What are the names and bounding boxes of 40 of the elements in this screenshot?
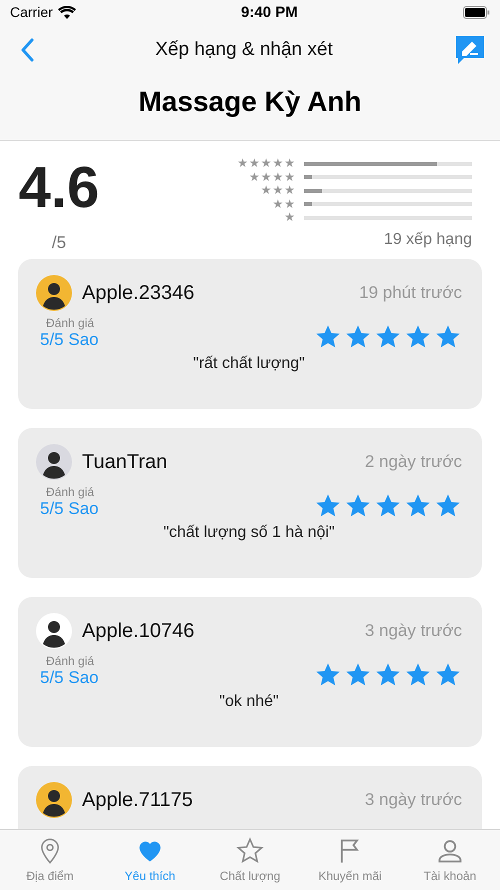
screen-title: Xếp hạng & nhận xét <box>155 39 333 61</box>
star-icon <box>236 837 264 865</box>
tab[interactable]: Chất lượng <box>200 830 300 890</box>
star-rank: ★★★★ <box>248 170 296 184</box>
review-time: 3 ngày trước <box>364 790 462 810</box>
rating-value: 5/5 Sao <box>40 499 99 519</box>
reviewer-name: Apple.10746 <box>82 620 194 642</box>
star-rank: ★ <box>284 211 296 224</box>
review-time: 19 phút trước <box>359 283 462 303</box>
battery-icon <box>462 6 490 18</box>
star-rank: ★★★ <box>260 184 296 198</box>
rating-value: 5/5 Sao <box>40 668 99 688</box>
reviewer-name: Apple.23346 <box>82 282 194 304</box>
reviewer-name: TuanTran <box>82 450 168 474</box>
average-score: 4.6 <box>18 159 100 217</box>
person-icon <box>436 837 464 865</box>
tab[interactable]: Tài khoản <box>400 830 500 890</box>
score-scale: /5 <box>52 233 66 253</box>
rating-label: Đánh giá <box>45 485 96 499</box>
rating-count: 19 xếp hạng <box>384 230 472 248</box>
wifi-icon <box>58 6 76 18</box>
tab[interactable]: Địa điểm <box>0 830 100 890</box>
reviewer-name: Apple.71175 <box>82 788 193 812</box>
carrier-label: Carrier <box>10 4 53 20</box>
tab[interactable]: Khuyến mãi <box>300 830 400 890</box>
review-time: 3 ngày trước <box>364 621 462 641</box>
review-time: 2 ngày trước <box>364 452 462 472</box>
star-rank: ★★ <box>272 198 296 211</box>
place-name: Massage Kỳ Anh <box>137 85 363 118</box>
back-button[interactable] <box>20 38 34 62</box>
review-comment: "rất chất lượng" <box>192 355 306 373</box>
review-comment: "chất lượng số 1 hà nội" <box>162 524 336 542</box>
rating-label: Đánh giá <box>45 316 96 330</box>
write-review-button[interactable] <box>454 34 486 66</box>
clock-time: 9:40 PM <box>241 4 298 20</box>
star-rank: ★★★★★ <box>237 157 296 170</box>
rating-label: Đánh giá <box>45 654 96 668</box>
review-comment: "ok nhé" <box>218 693 280 711</box>
tab[interactable]: Yêu thích <box>100 830 200 890</box>
rating-value: 5/5 Sao <box>40 330 99 350</box>
